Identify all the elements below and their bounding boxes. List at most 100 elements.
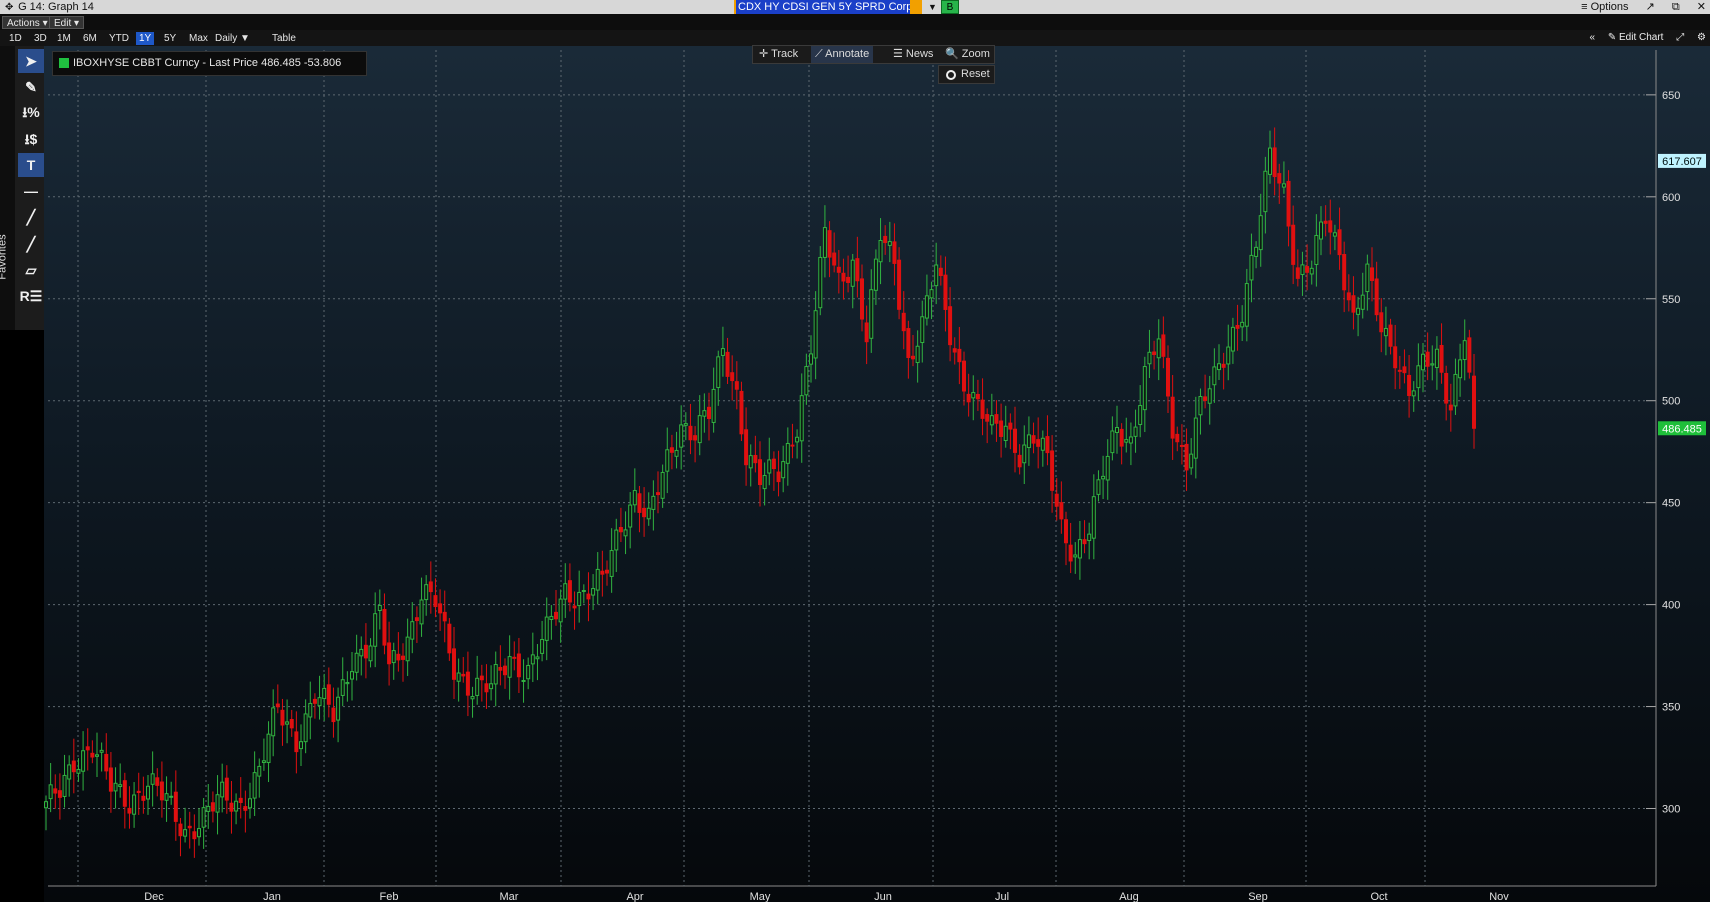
drawing-tool-4[interactable]: T [18,153,44,177]
candle-down [159,781,164,801]
drawing-tool-2[interactable]: ⭳% [18,100,44,124]
candle-down [280,709,285,726]
candle-down [229,802,234,812]
candle-up [1434,348,1439,369]
chart-panel[interactable]: 300 350 400 450 500 550 600 650 Dec Jan Feb Mar Apr M… [44,46,1710,902]
candle-down [656,492,660,496]
close-icon[interactable]: ✕ [1697,1,1706,13]
candle-up [1249,254,1254,281]
candle-down [957,348,962,363]
candle-down [224,777,229,801]
candle-down [71,760,76,773]
candle-down [1221,363,1226,368]
popout-icon[interactable]: ↗ [1646,1,1655,13]
restore-icon[interactable]: ⧉ [1672,1,1680,13]
candle-up [322,687,327,700]
candle-up [1453,373,1458,407]
candle-down [428,581,433,593]
candle-down [1203,396,1208,401]
drawing-tool-7[interactable]: ╱ [18,232,44,256]
candle-down [860,278,864,320]
candle-up [581,590,586,593]
drawing-tool-9[interactable]: R☰ [18,284,44,308]
range-3d[interactable]: 3D [31,32,50,45]
candle-down [1467,337,1472,373]
candle-down [586,593,591,600]
candle-up [1332,232,1337,237]
security-input[interactable]: CDX HY CDSI GEN 5Y SPRD Corp [734,0,922,14]
price-chart[interactable]: 300 350 400 450 500 550 600 650 Dec Jan Feb Mar Apr M… [44,46,1710,902]
range-1y[interactable]: 1Y [136,32,155,45]
frequency-dropdown[interactable]: Daily ▼ [212,32,253,45]
candle-up [354,652,359,673]
candle-up [1314,234,1319,265]
security-input-text[interactable]: CDX HY CDSI GEN 5Y SPRD Corp [736,0,910,14]
actions-menu[interactable]: Actions ▾ [2,16,53,29]
drawing-tool-0[interactable]: ➤ [18,49,44,73]
candle-up [391,650,396,664]
zoom-button[interactable]: 🔍 Zoom [941,46,994,63]
candle-down [1013,428,1017,453]
security-dropdown-icon[interactable]: ▼ [928,0,937,14]
reset-label: Reset [961,68,990,80]
candle-down [275,703,280,708]
options-button[interactable]: ≡ Options [1581,1,1628,13]
move-icon[interactable]: ✥ [5,1,15,15]
pop-icon[interactable]: ⤢ [1676,32,1684,43]
settings-icon[interactable]: ⚙ [1697,32,1706,43]
chart-actions: « ✎ Edit Chart ⤢ ⚙ [1580,31,1707,45]
candle-up [822,227,827,258]
candle-down [605,569,609,574]
annotate-button[interactable]: ⟋ Annotate [811,46,874,63]
candle-up [1091,496,1096,539]
series-legend[interactable]: IBOXHYSE CBBT Curncy - Last Price 486.48… [52,51,367,76]
candle-up [475,677,480,696]
candle-down [289,719,294,729]
candle-down [85,746,90,751]
candle-down [1388,324,1393,347]
range-max[interactable]: Max [186,32,211,45]
range-6m[interactable]: 6M [80,32,100,45]
candle-up [1133,426,1138,437]
candle-down [452,648,456,680]
favorites-label[interactable]: Favorites [0,234,9,279]
candle-up [146,785,150,800]
candle-down [1161,334,1166,357]
candle-down [554,611,558,620]
collapse-icon[interactable]: « [1590,32,1596,43]
drawing-tool-3[interactable]: ⭳$ [18,127,44,151]
favorites-strip[interactable] [0,46,15,330]
candle-up [915,345,920,364]
candle-down [855,258,860,282]
edit-chart-button[interactable]: ✎ Edit Chart [1608,32,1664,43]
candle-up [201,807,206,828]
news-button[interactable]: ☰ News [889,46,937,63]
drawing-tool-1[interactable]: ✎ [18,75,44,99]
range-1d[interactable]: 1D [6,32,25,45]
b-button[interactable]: B [941,0,959,14]
candle-up [628,504,633,528]
candle-down [108,767,113,792]
track-button[interactable]: ✛ Track [755,46,802,63]
reset-button[interactable]: Reset [938,65,995,84]
candle-up [873,258,878,291]
candle-up [1096,479,1101,495]
candle-down [442,611,447,622]
candle-down [864,322,869,343]
range-5y[interactable]: 5Y [161,32,179,45]
candle-up [651,495,656,510]
x-tick-label: Mar [500,891,519,902]
drawing-tool-5[interactable]: — [18,179,44,203]
range-ytd[interactable]: YTD [106,32,132,45]
candle-up [929,289,934,299]
drawing-tool-8[interactable]: ▱ [18,258,44,282]
table-button[interactable]: Table [269,32,299,45]
candle-up [818,256,823,309]
candle-up [1240,321,1245,328]
candle-down [433,595,438,608]
drawing-tool-6[interactable]: ╱ [18,205,44,229]
range-1m[interactable]: 1M [54,32,74,45]
candle-up [44,801,48,809]
edit-menu[interactable]: Edit ▾ [49,16,85,29]
candle-down [1305,266,1310,273]
